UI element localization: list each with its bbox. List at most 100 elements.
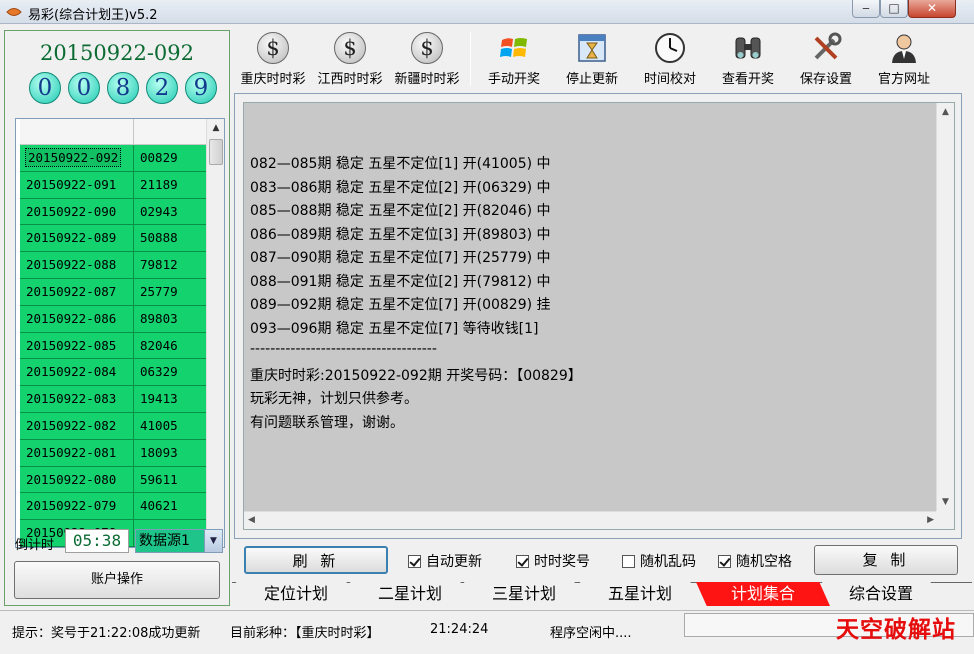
- plan-output-panel: 082—085期 稳定 五星不定位[1] 开(41005) 中 083—086期 …: [234, 93, 962, 539]
- output-lines: 082—085期 稳定 五星不定位[1] 开(41005) 中 083—086期 …: [250, 153, 582, 435]
- random-garble-checkbox[interactable]: 随机乱码: [622, 551, 696, 571]
- history-table[interactable]: 20150922-092 00829 20150922-091 21189 201509…: [15, 118, 225, 548]
- toolbar-jxssc-button[interactable]: $ 江西时时彩: [311, 28, 389, 90]
- live-numbers-checkbox[interactable]: 时时奖号: [516, 551, 590, 571]
- toolbar-official-site-button[interactable]: 官方网址: [865, 28, 943, 90]
- tab-plan-collection[interactable]: 计划集合: [696, 582, 830, 606]
- toolbar-time-sync-button[interactable]: 时间校对: [631, 28, 709, 90]
- tab-two-star-plan[interactable]: 二星计划: [350, 582, 470, 606]
- tab-five-star-plan[interactable]: 五星计划: [580, 582, 700, 606]
- row-period: 20150922-089: [20, 225, 134, 252]
- row-period: 20150922-082: [20, 413, 134, 439]
- toolbar-label: 查看开奖: [721, 72, 774, 87]
- toolbar-label: 保存设置: [799, 72, 852, 87]
- checkbox-box[interactable]: [622, 555, 635, 568]
- output-line: 082—085期 稳定 五星不定位[1] 开(41005) 中: [250, 156, 551, 172]
- maximize-button[interactable]: □: [880, 0, 908, 18]
- row-period-text: 20150922-091: [26, 176, 117, 192]
- checkbox-label: 自动更新: [426, 554, 482, 570]
- dollar-coin-icon: $: [334, 32, 366, 64]
- checkbox-label: 随机乱码: [640, 554, 696, 570]
- data-source-select[interactable]: 数据源1 ▼: [135, 529, 223, 553]
- scroll-down-icon[interactable]: ▼: [942, 497, 949, 507]
- toolbar-save-settings-button[interactable]: 保存设置: [787, 28, 865, 90]
- row-period: 20150922-086: [20, 305, 134, 332]
- windows-flag-icon: [500, 38, 527, 57]
- column-header-number[interactable]: [134, 119, 206, 145]
- table-row[interactable]: 20150922-083 19413: [20, 386, 206, 413]
- table-row[interactable]: 20150922-088 79812: [20, 252, 206, 279]
- scroll-thumb[interactable]: [209, 139, 223, 165]
- table-row[interactable]: 20150922-089 50888: [20, 225, 206, 253]
- toolbar-separator: [470, 32, 471, 86]
- auto-update-checkbox[interactable]: 自动更新: [408, 551, 482, 571]
- row-number: 06329: [140, 364, 178, 380]
- scroll-up-icon[interactable]: ▲: [942, 107, 949, 117]
- row-period: 20150922-092: [20, 145, 134, 171]
- copy-button[interactable]: 复 制: [814, 545, 958, 575]
- account-button[interactable]: 账户操作: [14, 561, 220, 599]
- plan-output-textarea[interactable]: 082—085期 稳定 五星不定位[1] 开(41005) 中 083—086期 …: [243, 102, 955, 530]
- row-number: 21189: [140, 176, 178, 192]
- table-row[interactable]: 20150922-087 25779: [20, 279, 206, 306]
- window-title: 易彩(综合计划王)v5.2: [28, 8, 158, 23]
- column-header-period[interactable]: [20, 119, 134, 145]
- hourglass-window-icon: [578, 34, 606, 62]
- toolbar-label: 新疆时时彩: [394, 72, 460, 87]
- close-button[interactable]: ✕: [908, 0, 956, 18]
- output-line: 089—092期 稳定 五星不定位[7] 开(00829) 挂: [250, 297, 551, 313]
- table-row[interactable]: 20150922-090 02943: [20, 198, 206, 226]
- row-period-text: 20150922-081: [26, 444, 117, 460]
- toolbar-label: 重庆时时彩: [240, 72, 306, 87]
- chevron-down-icon[interactable]: ▼: [204, 530, 222, 552]
- row-number: 59611: [140, 471, 178, 487]
- toolbar-stop-update-button[interactable]: 停止更新: [553, 28, 631, 90]
- toolbar-view-draws-button[interactable]: 查看开奖: [709, 28, 787, 90]
- tab-three-star-plan[interactable]: 三星计划: [464, 582, 584, 606]
- table-row[interactable]: 20150922-081 18093: [20, 439, 206, 467]
- table-row[interactable]: 20150922-092 00829: [20, 145, 206, 172]
- row-number: 41005: [140, 418, 178, 433]
- table-row[interactable]: 20150922-080 59611: [20, 466, 206, 494]
- tab-position-plan[interactable]: 定位计划: [236, 582, 356, 606]
- row-number: 40621: [140, 498, 178, 514]
- row-period: 20150922-080: [20, 466, 134, 493]
- refresh-button[interactable]: 刷 新: [244, 546, 388, 574]
- row-period: 20150922-081: [20, 439, 134, 466]
- toolbar-cqssc-button[interactable]: $ 重庆时时彩: [234, 28, 312, 90]
- output-vscroll[interactable]: ▲ ▼: [936, 103, 954, 511]
- minimize-button[interactable]: ‒: [852, 0, 880, 18]
- output-hscroll[interactable]: ◀ ▶: [244, 511, 938, 529]
- table-row[interactable]: 20150922-082 41005: [20, 413, 206, 440]
- checkbox-box[interactable]: [516, 555, 529, 568]
- random-space-checkbox[interactable]: 随机空格: [718, 551, 792, 571]
- row-period-text: 20150922-085: [26, 337, 117, 353]
- table-row[interactable]: 20150922-086 89803: [20, 305, 206, 333]
- status-time: 21:24:24: [430, 622, 489, 637]
- table-row[interactable]: 20150922-091 21189: [20, 171, 206, 199]
- output-line: 086—089期 稳定 五星不定位[3] 开(89803) 中: [250, 226, 551, 243]
- table-row[interactable]: 20150922-084 06329: [20, 359, 206, 387]
- history-rows: 20150922-092 00829 20150922-091 21189 201509…: [20, 145, 206, 547]
- row-period-text: 20150922-086: [26, 310, 117, 326]
- status-hint: 提示：奖号于21:22:08成功更新: [12, 626, 201, 641]
- row-period-text: 20150922-089: [26, 230, 117, 246]
- table-row[interactable]: 20150922-085 82046: [20, 332, 206, 360]
- person-icon: [892, 34, 916, 63]
- scroll-up-icon[interactable]: ▲: [207, 119, 225, 137]
- checkbox-box[interactable]: [718, 555, 731, 568]
- app-logo-icon: [6, 8, 22, 16]
- history-scrollbar[interactable]: ▲ ▼: [206, 119, 224, 547]
- table-row[interactable]: 20150922-079 40621: [20, 493, 206, 521]
- checkbox-box[interactable]: [408, 555, 421, 568]
- tab-general-settings[interactable]: 综合设置: [822, 582, 940, 606]
- row-number: 25779: [140, 284, 178, 299]
- toolbar-xjssc-button[interactable]: $ 新疆时时彩: [388, 28, 466, 90]
- draw-ball: 9: [185, 72, 217, 104]
- toolbar-manual-draw-button[interactable]: 手动开奖: [475, 28, 553, 90]
- scroll-right-icon[interactable]: ▶: [927, 515, 934, 525]
- row-number: 79812: [140, 257, 178, 273]
- output-line: 玩彩无神，计划只供参考。: [250, 391, 418, 407]
- scroll-left-icon[interactable]: ◀: [248, 515, 255, 525]
- output-line: 重庆时时彩:20150922-092期 开奖号码：【00829】: [250, 367, 582, 384]
